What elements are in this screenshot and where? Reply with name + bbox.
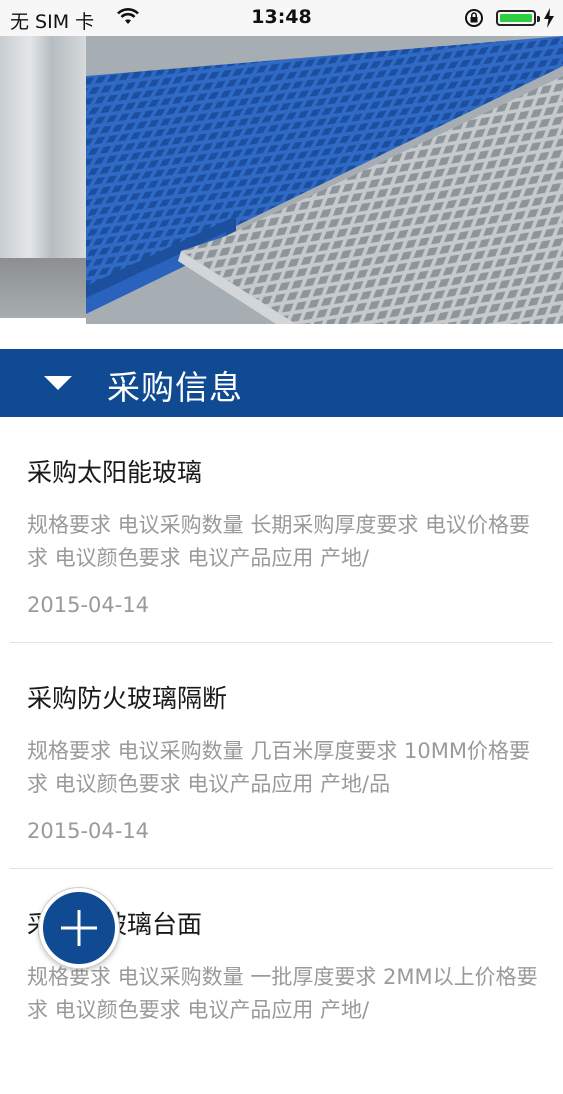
purchase-list: 采购太阳能玻璃 规格要求 电议采购数量 长期采购厚度要求 电议价格要求 电议颜色… — [0, 417, 563, 1094]
add-button[interactable] — [39, 888, 119, 968]
battery-icon — [496, 10, 540, 26]
plus-icon — [61, 910, 97, 946]
rotation-lock-icon — [465, 9, 483, 27]
item-date: 2015-04-14 — [27, 593, 150, 617]
item-date: 2015-04-14 — [27, 819, 150, 843]
charging-bolt-icon — [544, 8, 554, 28]
banner-image-fiberglass-grating — [86, 36, 563, 324]
item-description: 规格要求 电议采购数量 长期采购厚度要求 电议价格要求 电议颜色要求 电议产品应… — [27, 513, 531, 570]
banner-carousel[interactable] — [0, 36, 563, 328]
item-description: 规格要求 电议采购数量 几百米厚度要求 10MM价格要求 电议颜色要求 电议产品… — [27, 739, 530, 796]
status-bar: 无 SIM 卡 13:48 — [0, 0, 563, 36]
item-title: 采购防火玻璃隔断 — [27, 684, 228, 713]
triangle-down-icon[interactable] — [44, 376, 72, 390]
list-item[interactable]: 采购防火玻璃隔断 规格要求 电议采购数量 几百米厚度要求 10MM价格要求 电议… — [10, 643, 553, 869]
section-header-purchase-info[interactable]: 采购信息 — [0, 349, 563, 417]
banner-previous-slide — [0, 36, 86, 318]
item-description: 规格要求 电议采购数量 一批厚度要求 2MM以上价格要求 电议颜色要求 电议产品… — [27, 965, 538, 1022]
list-item[interactable]: 采购太阳能玻璃 规格要求 电议采购数量 长期采购厚度要求 电议价格要求 电议颜色… — [10, 417, 553, 643]
item-title: 采购太阳能玻璃 — [27, 458, 203, 487]
section-title: 采购信息 — [107, 368, 243, 407]
